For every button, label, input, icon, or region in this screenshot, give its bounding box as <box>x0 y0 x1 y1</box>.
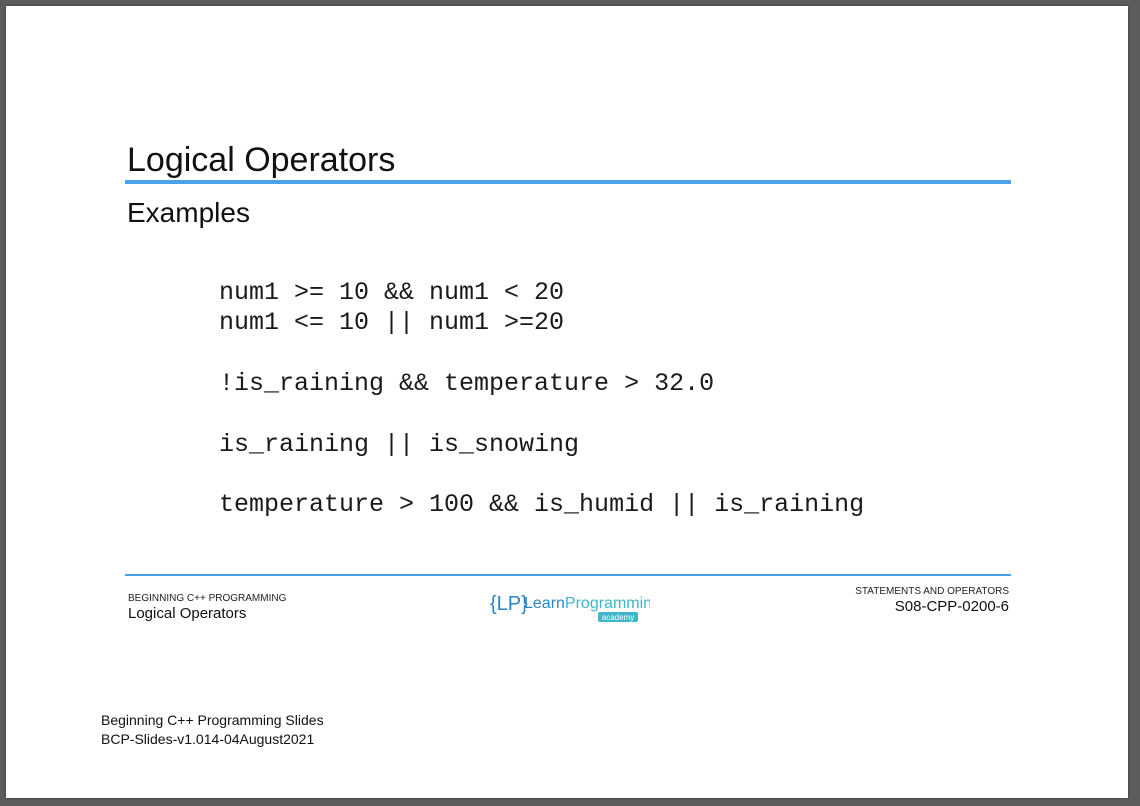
code-line: !is_raining && temperature > 32.0 <box>219 369 715 398</box>
footer-divider <box>125 574 1011 576</box>
logo-name-part2: Programming <box>565 595 650 612</box>
pdf-viewer: Logical Operators Examples num1 >= 10 &&… <box>0 0 1140 806</box>
slide-code: S08-CPP-0200-6 <box>894 598 1009 615</box>
slide-topic: Logical Operators <box>128 605 247 622</box>
slide-page: Logical Operators Examples num1 >= 10 &&… <box>6 6 1128 798</box>
logo-tagline: academy <box>602 613 634 622</box>
code-examples: num1 >= 10 && num1 < 20 num1 <= 10 || nu… <box>219 272 864 519</box>
slide-subtitle: Examples <box>127 197 250 228</box>
document-title: Beginning C++ Programming Slides <box>101 712 324 728</box>
document-version: BCP-Slides-v1.014-04August2021 <box>101 731 315 747</box>
code-line: num1 >= 10 && num1 < 20 <box>219 278 565 307</box>
svg-text:LearnProgramming: LearnProgramming <box>524 595 650 612</box>
title-divider <box>125 180 1011 184</box>
code-line: is_raining || is_snowing <box>219 430 580 459</box>
learn-programming-logo: {LP} LearnProgramming academy <box>490 593 650 622</box>
logo-brace: {LP} <box>490 593 528 615</box>
course-label: BEGINNING C++ PROGRAMMING <box>128 593 287 604</box>
slide-title: Logical Operators <box>127 141 396 179</box>
logo-name-part1: Learn <box>524 595 565 612</box>
code-line: num1 <= 10 || num1 >=20 <box>219 308 565 337</box>
section-label: STATEMENTS AND OPERATORS <box>855 586 1009 597</box>
code-line: temperature > 100 && is_humid || is_rain… <box>219 490 865 519</box>
